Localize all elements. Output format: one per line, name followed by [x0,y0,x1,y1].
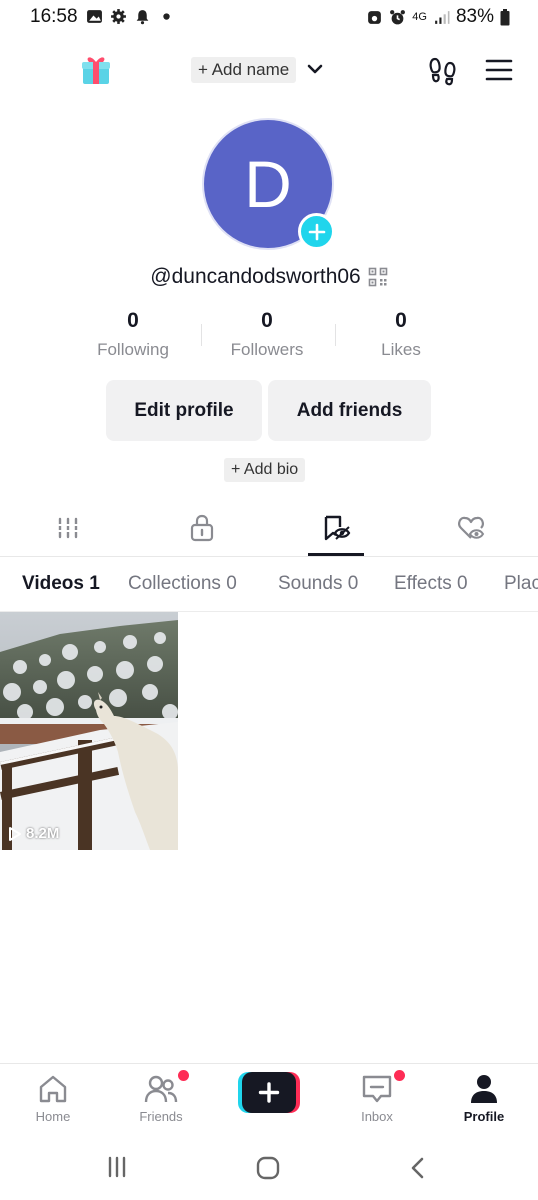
gift-icon[interactable] [80,52,112,86]
status-notifications [86,8,175,25]
settings-icon [111,9,126,24]
stat-divider [335,324,336,346]
bottom-nav: Home Friends Inbox Profile [0,1063,538,1135]
stat-following[interactable]: 0 Following [66,306,200,366]
stat-likes[interactable]: 0 Likes [334,306,468,366]
video-view-count: 8.2M [26,825,60,842]
tab-sounds[interactable]: Sounds 0 [278,573,358,595]
plus-icon [308,223,325,240]
home-icon [39,1075,67,1103]
tab-videos[interactable]: Videos 1 [22,573,100,595]
video-views: 8.2M [8,825,59,842]
alarm-icon [390,9,406,24]
nav-label: Profile [463,1109,505,1124]
username-row: @duncandodsworth06 [0,262,538,292]
create-button[interactable] [238,1072,300,1113]
lock-icon[interactable] [187,513,217,543]
signal-icon [435,10,450,24]
stat-label: Followers [230,340,304,359]
notification-dot [178,1070,189,1081]
qr-code-icon[interactable] [368,267,388,287]
stat-divider [201,324,202,346]
create-icon [238,1072,300,1113]
system-nav-bar [0,1140,538,1200]
status-right: 4G 83% [366,6,510,28]
video-thumbnail[interactable]: 8.2M [0,612,178,850]
dot-icon [163,13,170,20]
nav-inbox[interactable]: Inbox [332,1070,422,1124]
stat-label: Likes [381,340,421,359]
inbox-icon [362,1075,392,1103]
chevron-down-icon[interactable] [306,60,324,78]
gallery-icon [87,10,102,23]
add-avatar-button[interactable] [298,213,335,250]
nav-profile[interactable]: Profile [439,1072,529,1124]
saved-icon[interactable] [322,513,352,543]
home-button-icon[interactable] [256,1156,280,1180]
battery-percent: 83% [455,6,494,27]
grid-icon[interactable] [53,513,83,543]
tab-effects[interactable]: Effects 0 [394,573,468,595]
stat-value: 0 [127,309,139,332]
content-tabs [0,505,538,557]
nav-label: Friends [139,1109,183,1124]
stat-value: 0 [395,309,407,332]
edit-profile-button[interactable]: Edit profile [106,380,262,441]
bell-icon [136,10,149,25]
video-image [0,612,178,850]
profile-stats: 0 Following 0 Followers 0 Likes [66,306,470,366]
back-icon[interactable] [408,1156,428,1180]
stat-label: Following [97,340,169,359]
add-friends-button[interactable]: Add friends [268,380,431,441]
notification-dot [394,1070,405,1081]
tab-collections[interactable]: Collections 0 [128,573,237,595]
liked-hidden-icon[interactable] [456,513,486,543]
recent-apps-icon[interactable] [106,1156,128,1178]
add-bio-button[interactable]: + Add bio [224,458,306,482]
sub-tabs: Videos 1 Collections 0 Sounds 0 Effects … [0,557,538,612]
profile-icon [471,1075,497,1103]
friends-icon [144,1075,178,1103]
nav-label: Inbox [361,1109,393,1124]
play-icon [9,826,21,841]
nav-home[interactable]: Home [8,1072,98,1124]
add-name-button[interactable]: + Add name [191,57,297,83]
hamburger-menu-icon[interactable] [485,58,513,82]
footprint-icon[interactable] [428,56,458,86]
nav-friends[interactable]: Friends [116,1070,206,1124]
status-bar: 16:58 4G 83% [0,0,538,34]
profile-header: + Add name [0,44,538,96]
stat-followers[interactable]: 0 Followers [200,306,334,366]
nav-label: Home [35,1109,71,1124]
stat-value: 0 [261,309,273,332]
status-time: 16:58 [30,6,78,27]
tab-places[interactable]: Plac [504,573,538,595]
battery-icon [500,8,510,25]
username: @duncandodsworth06 [150,265,361,288]
save-icon [368,10,382,24]
active-tab-indicator [308,553,364,556]
network-type: 4G [412,11,427,23]
